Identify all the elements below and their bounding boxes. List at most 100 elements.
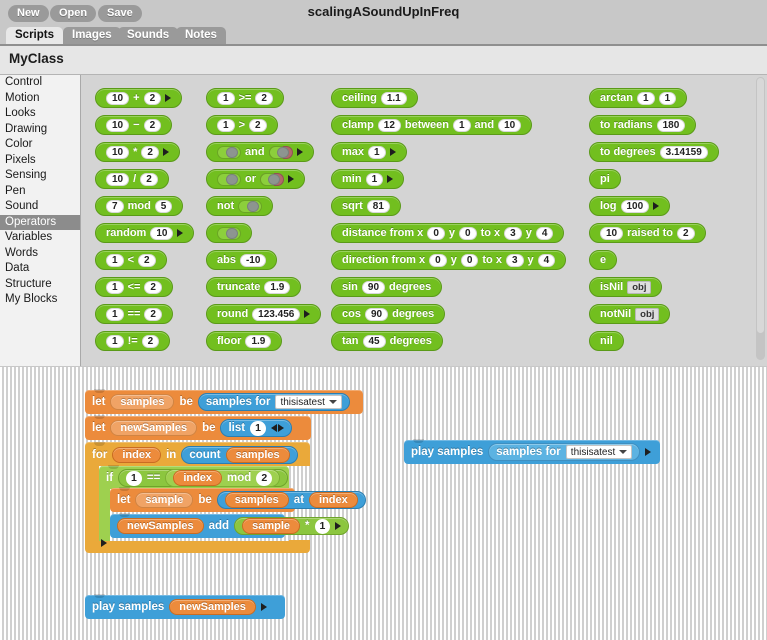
variable-index-ref2[interactable]: index [309, 492, 358, 508]
expand-arrow-icon[interactable] [645, 448, 652, 456]
category-variables[interactable]: Variables [0, 230, 80, 246]
expand-arrow-icon[interactable] [260, 603, 267, 611]
boolean-toggle-icon[interactable] [268, 145, 293, 159]
block-operator-min[interactable]: min 1 [331, 169, 405, 189]
let-samples-command[interactable]: let samples be samples for thisisatest [85, 389, 363, 414]
multiply-value[interactable]: 1 [314, 518, 331, 534]
boolean-toggle-icon[interactable] [238, 199, 263, 213]
block-operator-ceiling[interactable]: ceiling 1.1 [331, 88, 418, 108]
tab-scripts[interactable]: Scripts [6, 27, 63, 44]
samples-for-reporter-detached[interactable]: samples for thisisatest [488, 443, 641, 461]
category-looks[interactable]: Looks [0, 106, 80, 122]
block-operator-neq[interactable]: 1 != 2 [95, 331, 171, 351]
block-operator-boolean[interactable] [206, 223, 252, 243]
play-samples-detached-command[interactable]: play samples samples for thisisatest [404, 439, 660, 464]
variable-sample-ref[interactable]: sample [242, 518, 301, 534]
expand-arrow-icon[interactable] [387, 175, 394, 183]
block-operator-nil[interactable]: nil [589, 331, 624, 351]
expand-arrow-icon[interactable] [277, 424, 284, 432]
category-sensing[interactable]: Sensing [0, 168, 80, 184]
boolean-toggle-icon[interactable] [260, 172, 284, 186]
block-operator-sin[interactable]: sin 90 degrees [331, 277, 443, 297]
list-value[interactable]: 1 [250, 420, 266, 436]
variable-newsamples-arg[interactable]: newSamples [169, 599, 256, 615]
sound-dropdown[interactable]: thisisatest [275, 395, 342, 409]
block-operator-abs[interactable]: abs -10 [206, 250, 278, 270]
variable-index-ref[interactable]: index [173, 470, 223, 486]
block-operator-direction[interactable]: direction from x 0 y 0 to x 3 y 4 [331, 250, 567, 270]
at-reporter[interactable]: samples at index [216, 491, 366, 509]
category-control[interactable]: Control [0, 75, 80, 91]
block-operator-arctan[interactable]: arctan 1 1 [589, 88, 688, 108]
block-operator-or[interactable]: or [206, 169, 305, 189]
block-operator-divide[interactable]: 10 / 2 [95, 169, 169, 189]
samples-for-reporter[interactable]: samples for thisisatest [197, 393, 350, 411]
expand-arrow-icon[interactable] [304, 310, 311, 318]
expand-arrow-icon[interactable] [177, 229, 184, 237]
block-operator-lt[interactable]: 1 < 2 [95, 250, 167, 270]
category-motion[interactable]: Motion [0, 91, 80, 107]
expand-arrow-icon[interactable] [296, 148, 303, 156]
block-operator-gte[interactable]: 1 >= 2 [206, 88, 284, 108]
variable-samples-ref2[interactable]: samples [224, 492, 289, 508]
expand-arrow-icon[interactable] [162, 148, 169, 156]
block-operator-clamp[interactable]: clamp 12 between 1 and 10 [331, 115, 533, 135]
boolean-toggle-icon[interactable] [217, 226, 241, 240]
category-pixels[interactable]: Pixels [0, 153, 80, 169]
block-operator-mod[interactable]: 7 mod 5 [95, 196, 184, 216]
block-operator-add[interactable]: 10 + 2 [95, 88, 183, 108]
expand-arrow-icon[interactable] [653, 202, 660, 210]
category-operators[interactable]: Operators [0, 214, 80, 230]
tab-sounds[interactable]: Sounds [118, 27, 179, 44]
block-operator-floor[interactable]: floor 1.9 [206, 331, 283, 351]
block-operator-log[interactable]: log 100 [589, 196, 671, 216]
boolean-toggle-icon[interactable] [217, 145, 241, 159]
category-pen[interactable]: Pen [0, 184, 80, 200]
block-operator-gt[interactable]: 1 > 2 [206, 115, 278, 135]
variable-sample[interactable]: sample [135, 492, 194, 508]
mod-reporter[interactable]: index mod 2 [165, 469, 281, 487]
variable-newsamples[interactable]: newSamples [110, 420, 198, 436]
let-newsamples-command[interactable]: let newSamples be list 1 [85, 415, 311, 440]
collapse-arrow-icon[interactable] [270, 424, 277, 432]
expand-arrow-icon[interactable] [165, 94, 172, 102]
tab-images[interactable]: Images [63, 27, 121, 44]
block-operator-max[interactable]: max 1 [331, 142, 407, 162]
block-operator-lte[interactable]: 1 <= 2 [95, 277, 173, 297]
block-operator-distance[interactable]: distance from x 0 y 0 to x 3 y 4 [331, 223, 565, 243]
boolean-toggle-icon[interactable] [217, 172, 241, 186]
mod-right[interactable]: 2 [256, 470, 273, 486]
variable-index[interactable]: index [112, 447, 162, 463]
block-operator-to-radians[interactable]: to radians 180 [589, 115, 697, 135]
equals-reporter[interactable]: 1 == index mod 2 [118, 469, 289, 487]
block-operator-not[interactable]: not [206, 196, 274, 216]
block-operator-e[interactable]: e [589, 250, 618, 270]
expand-arrow-icon[interactable] [335, 522, 342, 530]
tab-notes[interactable]: Notes [176, 27, 226, 44]
block-operator-random[interactable]: random 10 [95, 223, 195, 243]
category-color[interactable]: Color [0, 137, 80, 153]
if-else-expand[interactable] [101, 534, 107, 552]
sound-dropdown-detached[interactable]: thisisatest [565, 445, 633, 459]
block-operator-round[interactable]: round 123.456 [206, 304, 322, 324]
variable-samples[interactable]: samples [110, 394, 175, 410]
category-myblocks[interactable]: My Blocks [0, 292, 80, 308]
category-words[interactable]: Words [0, 246, 80, 262]
palette-scrollbar[interactable] [756, 77, 765, 360]
block-palette[interactable]: 10 + 2 10 − 2 10 * 2 10 / 2 7 mod 5 rand… [81, 75, 767, 366]
block-operator-truncate[interactable]: truncate 1.9 [206, 277, 302, 297]
for-loop-header[interactable]: for index in count samples [85, 442, 310, 467]
block-operator-sqrt[interactable]: sqrt 81 [331, 196, 401, 216]
count-reporter[interactable]: count samples [181, 446, 298, 464]
expand-arrow-icon[interactable] [101, 539, 107, 547]
let-sample-command[interactable]: let sample be samples at index [110, 487, 366, 512]
block-operator-subtract[interactable]: 10 − 2 [95, 115, 173, 135]
block-operator-to-degrees[interactable]: to degrees 3.14159 [589, 142, 719, 162]
variable-newsamples-ref[interactable]: newSamples [117, 518, 204, 534]
list-expand-arrows[interactable] [270, 424, 284, 432]
expand-arrow-icon[interactable] [288, 175, 294, 183]
block-operator-pi[interactable]: pi [589, 169, 621, 189]
block-operator-multiply[interactable]: 10 * 2 [95, 142, 180, 162]
category-data[interactable]: Data [0, 261, 80, 277]
category-drawing[interactable]: Drawing [0, 122, 80, 138]
